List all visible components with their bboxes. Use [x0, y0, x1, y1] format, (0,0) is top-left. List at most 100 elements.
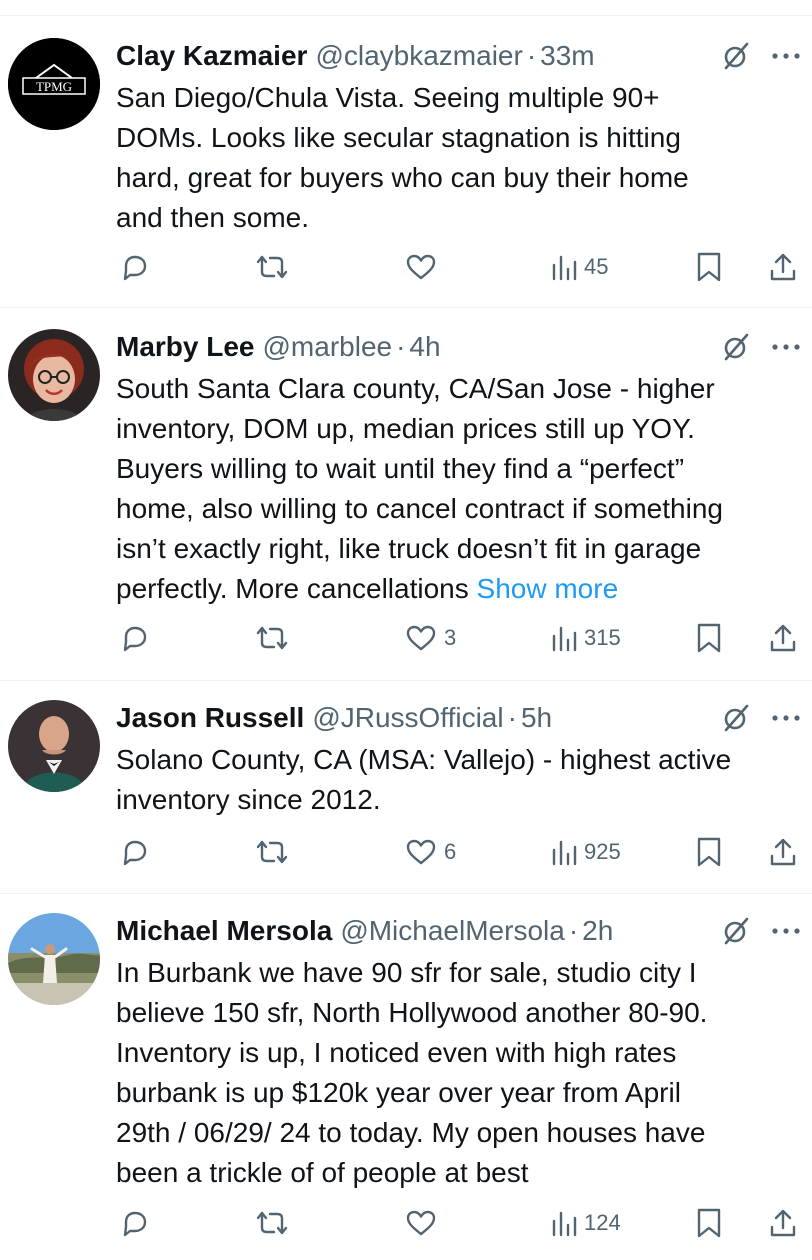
- views-button[interactable]: 315: [550, 618, 621, 658]
- author-name[interactable]: Jason Russell: [116, 702, 304, 734]
- avatar[interactable]: [8, 700, 100, 792]
- bookmark-button[interactable]: [695, 247, 723, 287]
- divider: [0, 307, 812, 308]
- timestamp[interactable]: 4h: [409, 331, 440, 363]
- grok-icon[interactable]: [718, 913, 754, 949]
- tweet-text: South Santa Clara county, CA/San Jose - …: [116, 369, 806, 609]
- reply-button[interactable]: [120, 247, 156, 287]
- divider: [0, 680, 812, 681]
- reply-button[interactable]: [120, 1203, 156, 1243]
- more-dots-icon[interactable]: [768, 38, 804, 74]
- grok-icon[interactable]: [718, 38, 754, 74]
- timestamp[interactable]: 2h: [582, 915, 613, 947]
- views-icon: [552, 840, 577, 866]
- tweet-text-line: South Santa Clara county, CA/San Jose - …: [116, 373, 715, 404]
- avatar[interactable]: [8, 329, 100, 421]
- separator-dot: ·: [526, 40, 537, 71]
- like-button[interactable]: [404, 1203, 444, 1243]
- tweet-text-line: been a trickle of of people at best: [116, 1157, 529, 1188]
- action-bar: 124: [0, 1203, 812, 1243]
- timestamp[interactable]: 5h: [521, 702, 552, 734]
- reply-icon: [123, 840, 147, 866]
- author-handle[interactable]: @JRussOfficial: [312, 702, 503, 734]
- avatar-photo: [8, 329, 100, 421]
- share-button[interactable]: [768, 1203, 798, 1243]
- repost-icon: [256, 626, 288, 650]
- heart-icon: [406, 839, 436, 865]
- grok-icon[interactable]: [718, 700, 754, 736]
- more-dots-icon[interactable]: [768, 700, 804, 736]
- views-button[interactable]: 45: [550, 247, 608, 287]
- view-count: 124: [584, 1210, 621, 1235]
- tweet-text-line-last: perfectly. More cancellations Show more: [116, 569, 806, 609]
- views-button[interactable]: 925: [550, 832, 621, 872]
- author-name[interactable]: Michael Mersola: [116, 915, 332, 947]
- author-handle[interactable]: @claybkazmaier: [315, 40, 522, 72]
- repost-icon: [256, 255, 288, 279]
- tweet-text-line: burbank is up $120k year over year from …: [116, 1077, 681, 1108]
- repost-button[interactable]: [254, 1203, 296, 1243]
- more-dots-icon[interactable]: [768, 329, 804, 365]
- bookmark-icon: [697, 623, 721, 653]
- tpmg-logo-icon: TPMG: [8, 38, 100, 130]
- avatar-photo: [8, 913, 100, 1005]
- author-name[interactable]: Clay Kazmaier: [116, 40, 307, 72]
- author-handle[interactable]: @MichaelMersola: [340, 915, 565, 947]
- reply-button[interactable]: [120, 618, 156, 658]
- tweet-text-line: believe 150 sfr, North Hollywood another…: [116, 997, 708, 1028]
- grok-icon[interactable]: [718, 329, 754, 365]
- views-button[interactable]: 124: [550, 1203, 621, 1243]
- tweet-text-line: inventory, DOM up, median prices still u…: [116, 413, 695, 444]
- show-more-link[interactable]: Show more: [477, 573, 619, 604]
- view-count: 315: [584, 625, 621, 650]
- bookmark-icon: [697, 837, 721, 867]
- like-button[interactable]: [404, 247, 444, 287]
- tweet-text: Solano County, CA (MSA: Vallejo) - highe…: [116, 740, 806, 820]
- tweet-text-line: Buyers willing to wait until they find a…: [116, 453, 685, 484]
- tweet-text-line: In Burbank we have 90 sfr for sale, stud…: [116, 957, 697, 988]
- repost-button[interactable]: [254, 832, 296, 872]
- author-handle[interactable]: @marblee: [263, 331, 393, 363]
- repost-button[interactable]: [254, 247, 296, 287]
- tweet-text-line: isn’t exactly right, like truck doesn’t …: [116, 533, 702, 564]
- share-icon: [770, 624, 796, 652]
- action-bar: 6 925: [0, 832, 812, 872]
- bookmark-button[interactable]: [695, 832, 723, 872]
- view-count: 925: [584, 839, 621, 864]
- tweet-text-line: Inventory is up, I noticed even with hig…: [116, 1037, 677, 1068]
- reply-icon: [123, 1211, 147, 1237]
- like-button[interactable]: 3: [404, 618, 456, 658]
- tweet-text-line: hard, great for buyers who can buy their…: [116, 162, 689, 193]
- tweet-text: San Diego/Chula Vista. Seeing multiple 9…: [116, 78, 806, 238]
- like-button[interactable]: 6: [404, 832, 456, 872]
- author-name[interactable]: Marby Lee: [116, 331, 255, 363]
- separator-dot: ·: [568, 915, 579, 946]
- avatar[interactable]: [8, 913, 100, 1005]
- timestamp[interactable]: 33m: [540, 40, 594, 72]
- share-icon: [770, 838, 796, 866]
- share-button[interactable]: [768, 832, 798, 872]
- reply-button[interactable]: [120, 832, 156, 872]
- tweet-text-line: and then some.: [116, 202, 310, 233]
- share-button[interactable]: [768, 618, 798, 658]
- tweet-text-line: Solano County, CA (MSA: Vallejo) - highe…: [116, 744, 732, 775]
- tweet-header: Clay Kazmaier @claybkazmaier · 33m: [116, 38, 812, 74]
- bookmark-icon: [697, 1208, 721, 1238]
- bookmark-button[interactable]: [695, 1203, 723, 1243]
- share-icon: [770, 253, 796, 281]
- tweet-text-fragment: perfectly. More cancellations: [116, 573, 469, 604]
- separator-dot: ·: [396, 331, 406, 362]
- repost-icon: [256, 840, 288, 864]
- avatar-photo: [8, 700, 100, 792]
- bookmark-button[interactable]: [695, 618, 723, 658]
- avatar[interactable]: TPMG: [8, 38, 100, 130]
- reply-icon: [123, 626, 147, 652]
- action-bar: 45: [0, 247, 812, 287]
- repost-button[interactable]: [254, 618, 296, 658]
- more-dots-icon[interactable]: [768, 913, 804, 949]
- tweet-text: In Burbank we have 90 sfr for sale, stud…: [116, 953, 806, 1193]
- share-button[interactable]: [768, 247, 798, 287]
- heart-icon: [406, 625, 436, 651]
- tweet-text-line: DOMs. Looks like secular stagnation is h…: [116, 122, 681, 153]
- timeline-feed: TPMG Clay Kazmaier @claybkazmaier · 33m …: [0, 0, 812, 1260]
